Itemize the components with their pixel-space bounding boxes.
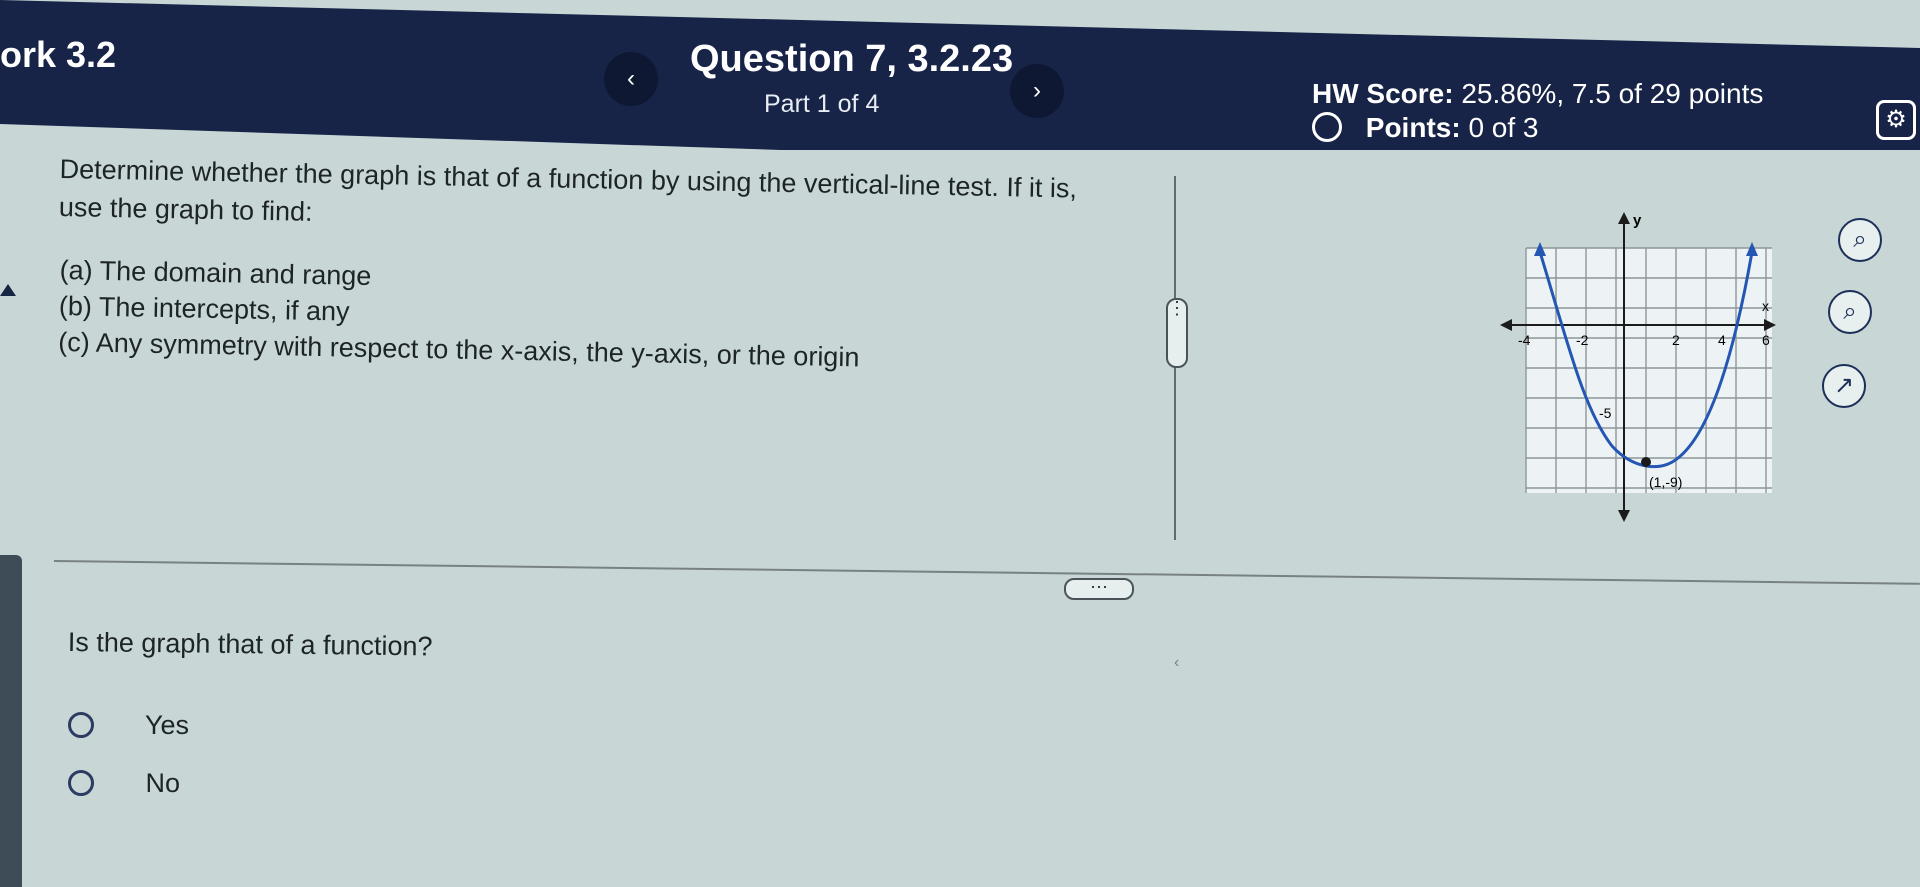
question-title: Question 7, 3.2.23 [690,38,1014,80]
collapse-triangle-icon[interactable] [0,284,16,296]
small-mark: ‹ [1174,654,1180,671]
no-label: No [145,768,181,798]
tick-2: 2 [1672,332,1680,348]
no-radio[interactable] [68,770,94,796]
yes-radio[interactable] [68,712,94,738]
function-question: Is the graph that of a function? [67,627,433,662]
x-axis-label: x [1762,298,1769,314]
zoom-out-button[interactable]: ⌕ [1828,290,1872,334]
points-ring-icon [1312,112,1342,142]
zoom-in-button[interactable]: ⌕ [1838,218,1882,262]
popout-button[interactable]: ↗ [1822,364,1866,408]
points-value: 0 of 3 [1468,112,1539,143]
no-option[interactable]: No [68,768,180,799]
question-part: Part 1 of 4 [764,90,880,118]
yes-option[interactable]: Yes [68,710,189,741]
points-label: Points: [1365,112,1461,143]
left-rail [0,555,22,887]
settings-button[interactable]: ⚙ [1876,100,1916,140]
chevron-left-icon: ‹ [627,65,635,92]
previous-question-button[interactable]: ‹ [604,52,658,106]
hw-score-value: 25.86%, 7.5 of 29 points [1461,78,1764,109]
tick-6: 6 [1762,332,1770,348]
horizontal-splitter[interactable] [53,560,1920,585]
tick-neg4: -4 [1518,332,1531,348]
zoom-in-icon: ⌕ [1853,226,1867,253]
parabola-graph: y x -4 -2 2 4 6 -5 (1,-9) [1500,212,1776,522]
question-parts: (a) The domain and range (b) The interce… [58,252,861,375]
y-tick-neg5: -5 [1599,405,1612,421]
next-question-button[interactable]: › [1010,64,1064,118]
points: Points: 0 of 3 [1312,112,1539,144]
horizontal-splitter-handle[interactable]: ⋯ [1064,578,1134,600]
external-link-icon: ↗ [1833,372,1855,399]
y-axis-up-arrow [1618,212,1630,224]
x-axis-left-arrow [1500,319,1512,331]
question-prompt: Determine whether the graph is that of a… [59,150,1160,247]
tick-neg2: -2 [1576,332,1589,348]
homework-title: ork 3.2 [0,34,117,75]
tick-4: 4 [1718,332,1726,348]
vertex-label: (1,-9) [1649,474,1682,490]
yes-label: Yes [145,710,190,740]
vertex-point [1641,457,1651,467]
zoom-out-icon: ⌕ [1843,298,1857,325]
chevron-right-icon: › [1033,77,1041,104]
gear-icon: ⚙ [1885,106,1907,133]
vertical-splitter-handle[interactable]: ⋮ [1166,298,1188,368]
hw-score: HW Score: 25.86%, 7.5 of 29 points [1312,78,1763,110]
graph-background [1526,248,1772,493]
hw-score-label: HW Score: [1312,78,1454,109]
y-axis-label: y [1633,212,1642,229]
y-axis-down-arrow [1618,510,1630,522]
